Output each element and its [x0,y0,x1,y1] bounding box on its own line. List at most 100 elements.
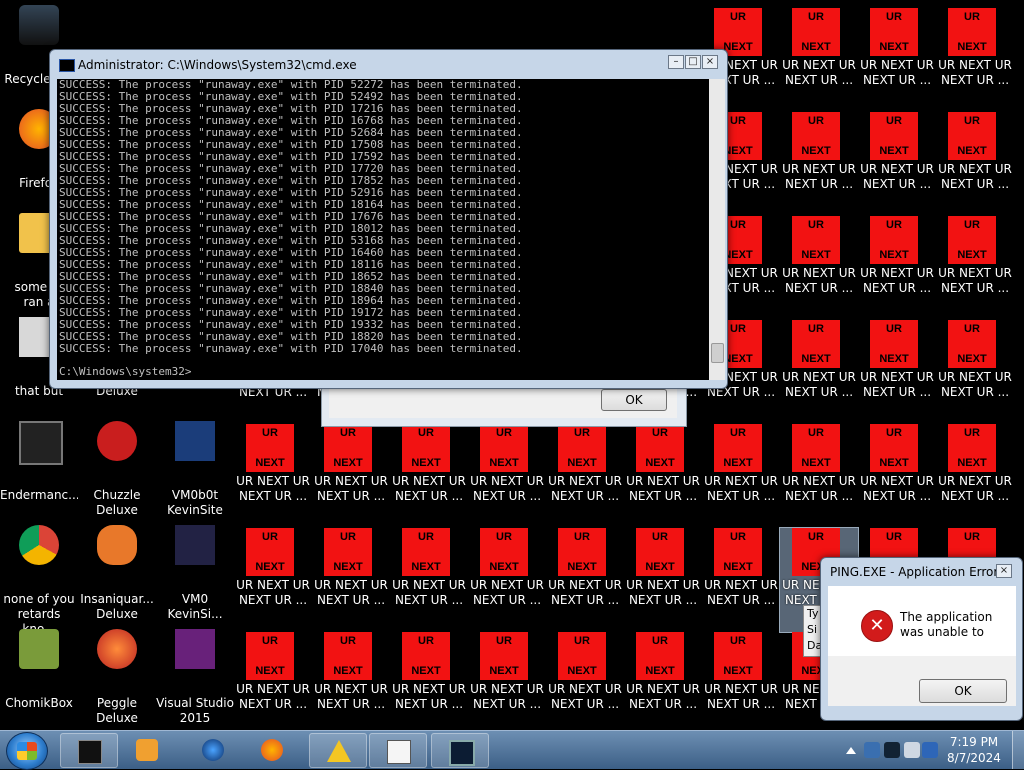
ur-next-icon[interactable]: UR NEXT UR NEXT UR NEXT UR ... [312,632,390,736]
console-prompt[interactable]: C:\Windows\system32> [59,366,191,378]
ur-next-icon[interactable]: UR NEXT UR NEXT UR NEXT UR ... [780,112,858,216]
ur-next-icon[interactable]: UR NEXT UR NEXT UR NEXT UR ... [936,320,1014,424]
desktop-icon-vmbot[interactable]: VM0b0t KevinSite [156,416,234,520]
ur-next-icon[interactable]: UR NEXT UR NEXT UR NEXT UR ... [546,528,624,632]
icon-label: UR NEXT UR NEXT UR ... [548,474,622,503]
maximize-button[interactable]: □ [685,55,701,69]
background-ok-button[interactable]: OK [601,389,667,411]
ur-next-icon[interactable]: UR NEXT UR NEXT UR NEXT UR ... [780,320,858,424]
ur-next-image: UR NEXT [948,8,996,56]
icon-label: UR NEXT UR NEXT UR ... [236,682,310,711]
ur-next-icon[interactable]: UR NEXT UR NEXT UR NEXT UR ... [702,424,780,528]
clock[interactable]: 7:19 PM 8/7/2024 [941,734,1007,766]
ur-top-text: UR [730,531,746,543]
scrollbar-thumb[interactable] [711,343,724,363]
ur-top-text: UR [418,635,434,647]
vs-icon [175,629,215,669]
show-desktop-button[interactable] [1012,731,1024,769]
minimize-button[interactable]: – [668,55,684,69]
ur-next-icon[interactable]: UR NEXT UR NEXT UR NEXT UR ... [858,112,936,216]
close-button[interactable]: × [702,55,718,69]
vertical-scrollbar[interactable] [709,79,725,380]
taskbar: 7:19 PM 8/7/2024 [0,730,1024,770]
icon-label: UR NEXT UR NEXT UR ... [236,474,310,503]
ur-next-image: UR NEXT [402,528,450,576]
ur-next-icon[interactable]: UR NEXT UR NEXT UR NEXT UR ... [858,8,936,112]
start-button[interactable] [6,732,48,770]
ur-bottom-text: NEXT [333,665,363,677]
ur-next-icon[interactable]: UR NEXT UR NEXT UR NEXT UR ... [702,632,780,736]
ur-next-icon[interactable]: UR NEXT UR NEXT UR NEXT UR ... [624,424,702,528]
ur-next-icon[interactable]: UR NEXT UR NEXT UR NEXT UR ... [234,632,312,736]
ur-next-icon[interactable]: UR NEXT UR NEXT UR NEXT UR ... [234,424,312,528]
ur-next-icon[interactable]: UR NEXT UR NEXT UR NEXT UR ... [780,216,858,320]
ur-next-icon[interactable]: UR NEXT UR NEXT UR NEXT UR ... [546,424,624,528]
taskbar-notepad[interactable] [369,733,427,768]
desktop-icon-vs[interactable]: Visual Studio 2015 [156,624,234,728]
ur-top-text: UR [964,531,980,543]
action-center-icon[interactable] [884,742,900,758]
ur-next-image: UR NEXT [636,424,684,472]
ur-next-icon[interactable]: UR NEXT UR NEXT UR NEXT UR ... [936,112,1014,216]
ur-top-text: UR [262,635,278,647]
error-dialog[interactable]: PING.EXE - Application Error × ✕ The app… [820,557,1023,721]
icon-label: UR NEXT UR NEXT UR ... [782,370,856,399]
ur-next-image: UR NEXT [870,320,918,368]
ur-top-text: UR [964,427,980,439]
ur-top-text: UR [886,115,902,127]
ur-next-icon[interactable]: UR NEXT UR NEXT UR NEXT UR ... [936,8,1014,112]
ur-next-icon[interactable]: UR NEXT UR NEXT UR NEXT UR ... [624,528,702,632]
ur-next-image: UR NEXT [714,632,762,680]
ur-next-icon[interactable]: UR NEXT UR NEXT UR NEXT UR ... [468,424,546,528]
console-output[interactable]: SUCCESS: The process "runaway.exe" with … [57,79,709,380]
icon-label: Insaniquar... Deluxe [80,592,154,621]
clock-time: 7:19 PM [949,735,999,749]
desktop-icon-chrome[interactable]: none of you retards kno... [0,520,78,636]
ur-next-icon[interactable]: UR NEXT UR NEXT UR NEXT UR ... [390,424,468,528]
network-icon[interactable] [864,742,880,758]
desktop-icon-vm0[interactable]: VM0 KevinSi... [156,520,234,624]
ur-top-text: UR [262,427,278,439]
ur-next-icon[interactable]: UR NEXT UR NEXT UR NEXT UR ... [858,320,936,424]
ur-next-icon[interactable]: UR NEXT UR NEXT UR NEXT UR ... [312,528,390,632]
ur-bottom-text: NEXT [879,249,909,261]
taskbar-globe[interactable] [185,733,241,766]
desktop-icon-app-dark[interactable]: Endermanc... [0,416,78,520]
ur-next-icon[interactable]: UR NEXT UR NEXT UR NEXT UR ... [780,424,858,528]
error-close-button[interactable]: × [996,564,1012,578]
ur-top-text: UR [886,427,902,439]
ur-next-icon[interactable]: UR NEXT UR NEXT UR NEXT UR ... [390,528,468,632]
ur-bottom-text: NEXT [255,561,285,573]
taskbar-window[interactable] [431,733,489,768]
taskbar-cmd-taskbar[interactable] [60,733,118,768]
taskbar-media-player[interactable] [119,733,175,766]
ur-bottom-text: NEXT [567,457,597,469]
ur-next-icon[interactable]: UR NEXT UR NEXT UR NEXT UR ... [780,8,858,112]
ur-next-icon[interactable]: UR NEXT UR NEXT UR NEXT UR ... [624,632,702,736]
ur-next-icon[interactable]: UR NEXT UR NEXT UR NEXT UR ... [936,216,1014,320]
taskbar-firefox[interactable] [244,733,300,766]
ur-bottom-text: NEXT [801,145,831,157]
ur-next-icon[interactable]: UR NEXT UR NEXT UR NEXT UR ... [390,632,468,736]
ur-next-icon[interactable]: UR NEXT UR NEXT UR NEXT UR ... [234,528,312,632]
desktop-icon-chuzzle[interactable]: Chuzzle Deluxe [78,416,156,520]
volume-icon[interactable] [904,742,920,758]
ur-top-text: UR [574,427,590,439]
ur-next-icon[interactable]: UR NEXT UR NEXT UR NEXT UR ... [702,528,780,632]
desktop-icon-chomik[interactable]: ChomikBox [0,624,78,728]
ur-next-image: UR NEXT [324,424,372,472]
cmd-window[interactable]: Administrator: C:\Windows\System32\cmd.e… [49,49,728,389]
ur-next-icon[interactable]: UR NEXT UR NEXT UR NEXT UR ... [312,424,390,528]
flag-icon[interactable] [922,742,938,758]
taskbar-error-warning[interactable] [309,733,367,768]
ur-next-icon[interactable]: UR NEXT UR NEXT UR NEXT UR ... [858,216,936,320]
ur-next-icon[interactable]: UR NEXT UR NEXT UR NEXT UR ... [546,632,624,736]
desktop-icon-fish[interactable]: Insaniquar... Deluxe [78,520,156,624]
show-hidden-icons-icon[interactable] [846,747,856,754]
ur-next-icon[interactable]: UR NEXT UR NEXT UR NEXT UR ... [468,528,546,632]
desktop-icon-peggle[interactable]: Peggle Deluxe [78,624,156,728]
ur-next-icon[interactable]: UR NEXT UR NEXT UR NEXT UR ... [468,632,546,736]
ur-next-icon[interactable]: UR NEXT UR NEXT UR NEXT UR ... [858,424,936,528]
error-ok-button[interactable]: OK [919,679,1007,703]
ur-next-icon[interactable]: UR NEXT UR NEXT UR NEXT UR ... [936,424,1014,528]
